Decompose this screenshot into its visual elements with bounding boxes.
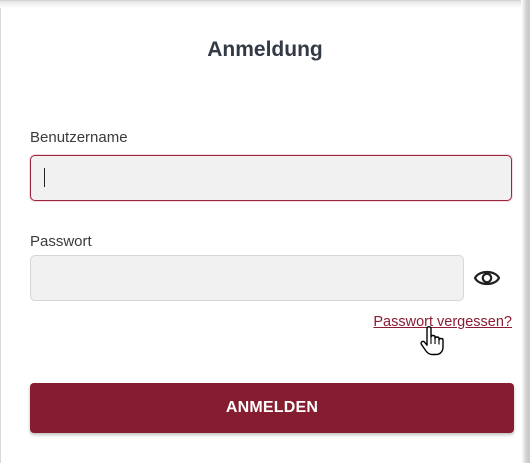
- window-edge-right: [521, 0, 530, 463]
- username-input[interactable]: [30, 155, 512, 201]
- username-label: Benutzername: [30, 129, 128, 146]
- window-edge-top: [0, 0, 530, 8]
- text-caret: [44, 168, 45, 187]
- window-edge-left: [0, 0, 10, 463]
- page-title: Anmeldung: [207, 38, 323, 61]
- password-label: Passwort: [30, 233, 92, 250]
- login-window: Anmeldung Benutzername Passwort Passwort…: [0, 0, 530, 463]
- password-input[interactable]: [30, 255, 464, 301]
- login-button[interactable]: ANMELDEN: [30, 383, 514, 433]
- eye-icon[interactable]: [473, 266, 501, 290]
- hand-pointer-icon: [419, 326, 445, 356]
